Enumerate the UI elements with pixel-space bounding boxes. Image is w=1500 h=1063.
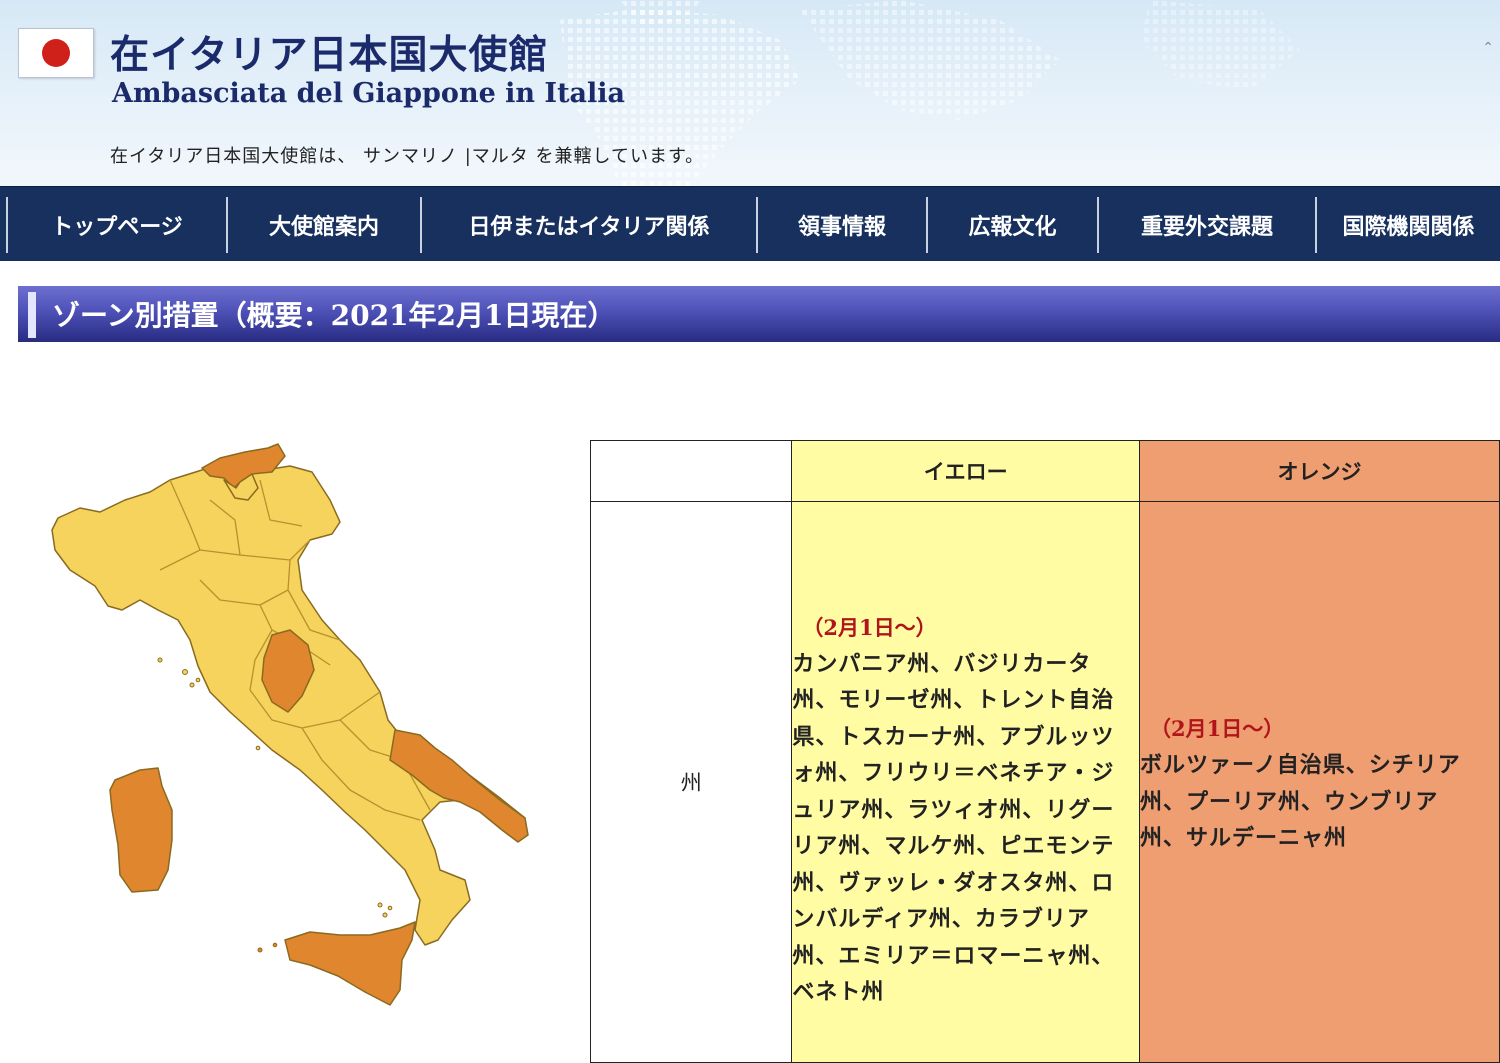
section-title: ゾーン別措置（概要：2021年2月1日現在） bbox=[52, 299, 616, 332]
table-header-yellow: イエロー bbox=[791, 440, 1141, 502]
jurisdiction-note: 在イタリア日本国大使館は、 サンマリノ |マルタ を兼轄しています。 bbox=[110, 146, 705, 167]
map-region-sicily bbox=[284, 921, 416, 1006]
japan-flag-icon[interactable] bbox=[18, 28, 94, 78]
nav-item-japan-italy[interactable]: 日伊またはイタリア関係 bbox=[420, 197, 756, 253]
zone-table: イエロー オレンジ 州 （2月1日〜） カンパニア州、バジリカータ州、モリーゼ州… bbox=[589, 440, 1500, 1063]
main-nav: トップページ 大使館案内 日伊またはイタリア関係 領事情報 広報文化 重要外交課… bbox=[0, 186, 1500, 261]
table-header-orange: オレンジ bbox=[1139, 440, 1500, 502]
nav-item-international[interactable]: 国際機関関係 bbox=[1315, 197, 1500, 253]
section-heading-bar: ゾーン別措置（概要：2021年2月1日現在） bbox=[18, 286, 1500, 342]
orange-regions: ボルツァーノ自治県、シチリア州、プーリア州、ウンブリア州、サルデーニャ州 bbox=[1140, 752, 1461, 852]
corner-mark-icon: ⌃ bbox=[1482, 40, 1494, 56]
orange-date: （2月1日〜） bbox=[1150, 716, 1285, 742]
nav-item-embassy[interactable]: 大使館案内 bbox=[226, 197, 420, 253]
table-header-blank bbox=[589, 440, 793, 502]
yellow-regions: カンパニア州、バジリカータ州、モリーゼ州、トレント自治県、トスカーナ州、アブルッ… bbox=[792, 650, 1115, 1006]
nav-item-diplomacy[interactable]: 重要外交課題 bbox=[1097, 197, 1315, 253]
table-cell-yellow: （2月1日〜） カンパニア州、バジリカータ州、モリーゼ州、トレント自治県、トスカ… bbox=[791, 501, 1141, 1063]
site-title-ja[interactable]: 在イタリア日本国大使館 bbox=[110, 24, 548, 80]
nav-item-culture[interactable]: 広報文化 bbox=[926, 197, 1097, 253]
table-row-label: 州 bbox=[589, 501, 793, 1063]
map-region-sardinia bbox=[109, 767, 173, 893]
site-title-it[interactable]: Ambasciata del Giappone in Italia bbox=[112, 78, 625, 109]
table-cell-orange: （2月1日〜） ボルツァーノ自治県、シチリア州、プーリア州、ウンブリア州、サルデ… bbox=[1139, 501, 1500, 1063]
nav-item-top[interactable]: トップページ bbox=[6, 197, 226, 253]
site-header: 在イタリア日本国大使館 Ambasciata del Giappone in I… bbox=[0, 0, 1500, 186]
italy-zone-map bbox=[51, 443, 529, 1006]
nav-item-consular[interactable]: 領事情報 bbox=[756, 197, 926, 253]
section-accent bbox=[28, 292, 36, 338]
yellow-date: （2月1日〜） bbox=[802, 614, 937, 640]
